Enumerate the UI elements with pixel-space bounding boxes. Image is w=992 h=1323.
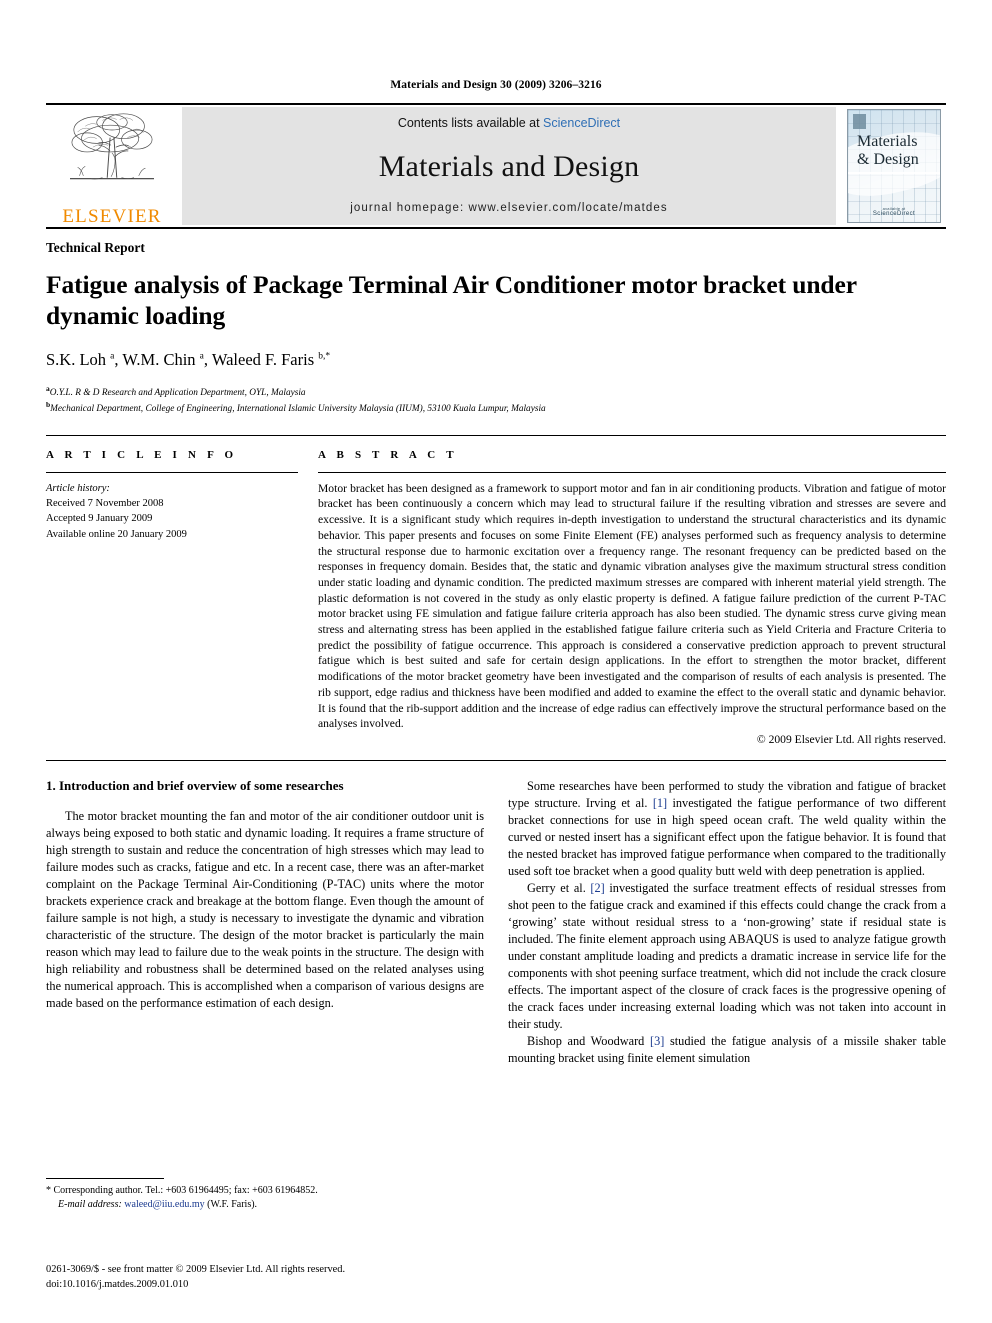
footnote-star: *	[46, 1185, 51, 1196]
sciencedirect-link[interactable]: ScienceDirect	[543, 116, 620, 130]
article-first-page: Materials and Design 30 (2009) 3206–3216	[0, 0, 992, 1323]
article-type: Technical Report	[46, 240, 145, 255]
issn-copyright-line: 0261-3069/$ - see front matter © 2009 El…	[46, 1264, 346, 1275]
footnote-email-line: E-mail address: waleed@iiu.edu.my (W.F. …	[46, 1198, 484, 1212]
contents-available-line: Contents lists available at ScienceDirec…	[398, 116, 620, 130]
journal-cover-thumbnail: Materials & Design available at ScienceD…	[842, 105, 946, 227]
elsevier-wordmark: ELSEVIER	[62, 206, 162, 227]
footnote-rule	[46, 1178, 164, 1179]
affiliation-a: aO.Y.L. R & D Research and Application D…	[46, 384, 306, 399]
paragraph: Some researches have been performed to s…	[508, 778, 946, 878]
paragraph: The motor bracket mounting the fan and m…	[46, 808, 484, 1010]
affiliation-b: bMechanical Department, College of Engin…	[46, 400, 546, 415]
email-attribution: (W.F. Faris).	[207, 1199, 258, 1211]
footnote-corresponding-line: * Corresponding author. Tel.: +603 61964…	[46, 1185, 318, 1196]
cover-footer: available at ScienceDirect	[848, 206, 940, 217]
page-footer: 0261-3069/$ - see front matter © 2009 El…	[46, 1262, 516, 1292]
page-title: Fatigue analysis of Package Terminal Air…	[46, 270, 857, 330]
elsevier-logo: ELSEVIER	[46, 105, 178, 227]
cover-elsevier-mark-icon	[853, 114, 866, 129]
abstract-bottom-rule	[46, 759, 946, 761]
masthead-banner: Contents lists available at ScienceDirec…	[182, 107, 836, 225]
citation-ref[interactable]: [1]	[653, 796, 667, 810]
info-abstract-block: A R T I C L E I N F O Article history: R…	[46, 434, 946, 748]
cover-title-line2: & Design	[857, 150, 919, 168]
body-column-right: Some researches have been performed to s…	[508, 778, 946, 1067]
article-history-label: Article history:	[46, 482, 110, 494]
cover-title-line1: Materials	[857, 133, 918, 150]
section-heading-introduction: 1. Introduction and brief overview of so…	[46, 777, 344, 793]
doi-line: doi:10.1016/j.matdes.2009.01.010	[46, 1279, 189, 1291]
article-received-date: Received 7 November 2008	[46, 498, 164, 510]
email-label: E-mail address:	[58, 1199, 122, 1211]
journal-homepage[interactable]: journal homepage: www.elsevier.com/locat…	[350, 202, 667, 214]
abstract-column: A B S T R A C T Motor bracket has been d…	[318, 449, 946, 748]
article-accepted-date: Accepted 9 January 2009	[46, 513, 153, 525]
article-info-heading: A R T I C L E I N F O	[46, 448, 238, 461]
article-info-column: A R T I C L E I N F O Article history: R…	[46, 449, 298, 748]
paragraph: Gerry et al. [2] investigated the surfac…	[508, 880, 946, 1031]
body-columns: 1. Introduction and brief overview of so…	[46, 778, 946, 1067]
journal-masthead: ELSEVIER Contents lists available at Sci…	[46, 103, 946, 227]
affiliations: aO.Y.L. R & D Research and Application D…	[46, 384, 946, 417]
journal-title: Materials and Design	[378, 150, 640, 183]
article-info-rule	[46, 471, 298, 473]
masthead-bottom-rule	[46, 227, 946, 229]
body-column-left: 1. Introduction and brief overview of so…	[46, 778, 484, 1067]
abstract-heading: A B S T R A C T	[318, 448, 458, 461]
cover-title: Materials & Design	[857, 133, 919, 169]
citation-ref[interactable]: [2]	[590, 881, 604, 895]
paragraph: Bishop and Woodward [3] studied the fati…	[508, 1033, 946, 1065]
cover-band	[848, 172, 940, 174]
article-available-date: Available online 20 January 2009	[46, 528, 187, 540]
corresponding-author-footnote: * Corresponding author. Tel.: +603 61964…	[46, 1178, 484, 1212]
elsevier-tree-icon	[70, 113, 154, 180]
citation-ref[interactable]: [3]	[650, 1034, 664, 1048]
running-head: Materials and Design 30 (2009) 3206–3216	[390, 79, 602, 91]
contents-prefix: Contents lists available at	[397, 116, 544, 130]
author-email-link[interactable]: waleed@iiu.edu.my	[124, 1199, 204, 1210]
cover-image: Materials & Design available at ScienceD…	[847, 109, 941, 223]
cover-footer-brand: ScienceDirect	[872, 211, 916, 217]
author-list: S.K. Loh a, W.M. Chin a, Waleed F. Faris…	[46, 350, 331, 370]
abstract-text: Motor bracket has been designed as a fra…	[318, 481, 946, 731]
abstract-rule	[318, 471, 946, 473]
abstract-copyright: © 2009 Elsevier Ltd. All rights reserved…	[756, 733, 946, 746]
